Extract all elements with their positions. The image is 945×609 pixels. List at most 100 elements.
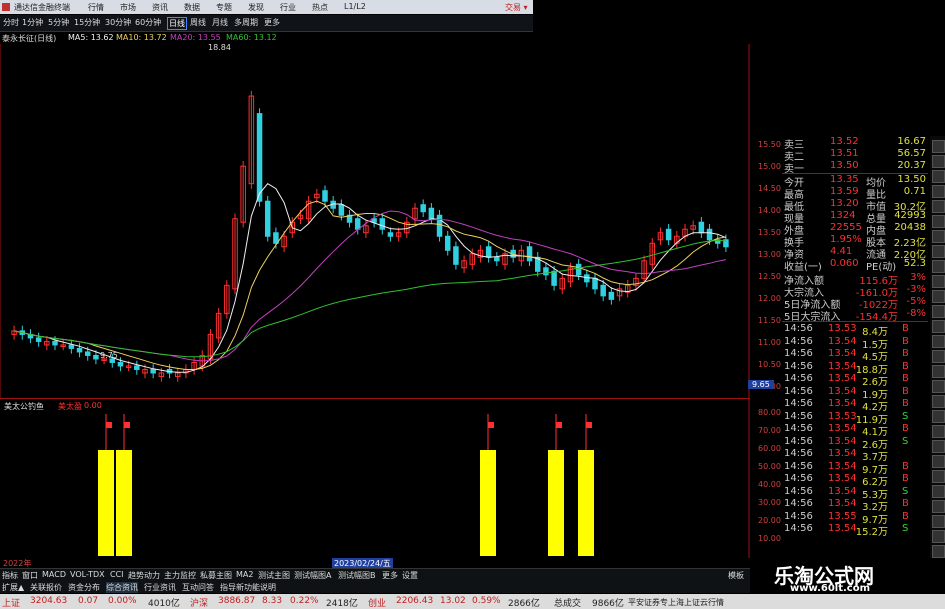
candlestick-chart[interactable] xyxy=(0,44,750,398)
sz-index: 3886.87 xyxy=(218,596,256,606)
tool-icon[interactable] xyxy=(932,140,945,153)
signal-flag xyxy=(106,422,112,428)
trade-menu[interactable]: 交易 ▾ xyxy=(505,2,528,13)
tool-icon[interactable] xyxy=(932,470,945,483)
period-button[interactable]: 分时 xyxy=(3,17,19,28)
candle-body xyxy=(575,263,582,276)
tick-price: 13.55 xyxy=(828,510,857,522)
tool-icon[interactable] xyxy=(932,530,945,543)
info-tab[interactable]: 资金分布 xyxy=(68,582,100,593)
info-tab[interactable]: 互动问答 xyxy=(182,582,214,593)
period-button[interactable]: 5分钟 xyxy=(48,17,69,28)
indicator-tab[interactable]: 主力监控 xyxy=(164,570,196,581)
chart-info-line: 泰永长征(日线) MA5: 13.62 MA10: 13.72 MA20: 13… xyxy=(0,31,750,44)
period-button[interactable]: 周线 xyxy=(190,17,206,28)
tool-icon[interactable] xyxy=(932,305,945,318)
sz-label: 沪深 xyxy=(190,599,209,609)
tool-icon[interactable] xyxy=(932,155,945,168)
tool-icon[interactable] xyxy=(932,365,945,378)
watermark: 乐淘公式网 www.60lt.com xyxy=(750,560,945,594)
tool-icon[interactable] xyxy=(932,350,945,363)
indicator-tab[interactable]: 更多 xyxy=(382,570,398,581)
menu-item[interactable]: 专题 xyxy=(216,2,232,13)
period-button[interactable]: 更多 xyxy=(264,17,280,28)
tool-icon[interactable] xyxy=(932,215,945,228)
menu-item[interactable]: 行业 xyxy=(280,2,296,13)
tick-row: 14:56 13.55 9.7万 B xyxy=(782,510,928,526)
menu-item[interactable]: 行情 xyxy=(88,2,104,13)
tool-icon[interactable] xyxy=(932,515,945,528)
candle-body xyxy=(273,232,279,244)
tick-volume: 15.2万 xyxy=(855,527,888,538)
tool-icon[interactable] xyxy=(932,440,945,453)
sell-level-row: 卖三 13.52 16.67 xyxy=(782,136,928,151)
tool-icon[interactable] xyxy=(932,485,945,498)
indicator-tab[interactable]: 测试主图 xyxy=(258,570,290,581)
sh-index: 3204.63 xyxy=(30,596,68,606)
tick-time: 14:56 xyxy=(784,510,813,522)
menu-item[interactable]: 市场 xyxy=(120,2,136,13)
menu-item[interactable]: 发现 xyxy=(248,2,264,13)
period-button[interactable]: 1分钟 xyxy=(22,17,43,28)
market-status-bar: 上证 3204.63 0.07 0.00% 4010亿 沪深 3886.87 8… xyxy=(0,594,945,609)
period-button[interactable]: 15分钟 xyxy=(74,17,100,28)
indicator-tab[interactable]: MA2 xyxy=(236,570,253,579)
app-logo-icon xyxy=(2,3,10,11)
period-button-active[interactable]: 日线 xyxy=(167,17,187,30)
tool-icon[interactable] xyxy=(932,290,945,303)
period-button[interactable]: 多周期 xyxy=(234,17,258,28)
tool-icon[interactable] xyxy=(932,320,945,333)
tool-icon[interactable] xyxy=(932,260,945,273)
stat-value: 1324 xyxy=(830,210,856,221)
indicator-tab[interactable]: MACD xyxy=(42,570,66,579)
tool-icon[interactable] xyxy=(932,200,945,213)
tool-icon[interactable] xyxy=(932,380,945,393)
tool-icon[interactable] xyxy=(932,275,945,288)
period-button[interactable]: 30分钟 xyxy=(105,17,131,28)
stat-row: 外盘 22555 内盘 20438 xyxy=(782,222,928,237)
menu-item[interactable]: L1/L2 xyxy=(344,2,366,11)
indicator-tab[interactable]: 设置 xyxy=(402,570,418,581)
template-tab[interactable]: 模板 xyxy=(728,570,744,581)
indicator-tab[interactable]: VOL-TDX xyxy=(70,570,105,579)
info-tab[interactable]: 行业资讯 xyxy=(144,582,176,593)
indicator-tab[interactable]: 窗口 xyxy=(22,570,38,581)
tool-icon[interactable] xyxy=(932,185,945,198)
indicator-tab[interactable]: 指标 xyxy=(2,570,18,581)
info-tab[interactable]: 关联报价 xyxy=(30,582,62,593)
tool-icon[interactable] xyxy=(932,395,945,408)
indicator-tab[interactable]: 测试幅图A xyxy=(294,570,331,581)
indicator-tab[interactable]: 私募主图 xyxy=(200,570,232,581)
info-tab[interactable]: 综合资讯 xyxy=(106,582,138,593)
cy-index: 2206.43 xyxy=(396,596,434,606)
tick-row: 14:56 13.54 3.7万 xyxy=(782,448,928,463)
candle-body xyxy=(494,256,500,262)
tick-side: S xyxy=(902,435,909,447)
menu-item[interactable]: 数据 xyxy=(184,2,200,13)
indicator-tab[interactable]: 测试幅图B xyxy=(338,570,376,581)
period-button[interactable]: 月线 xyxy=(212,17,228,28)
tick-price: 13.54 xyxy=(828,435,857,447)
tool-icon[interactable] xyxy=(932,410,945,423)
indicator-tab[interactable]: 趋势动力 xyxy=(128,570,160,581)
tool-icon[interactable] xyxy=(932,425,945,438)
tick-price: 13.54 xyxy=(828,423,857,434)
tick-side: B xyxy=(902,460,909,472)
tick-price: 13.54 xyxy=(828,348,857,359)
tool-icon[interactable] xyxy=(932,230,945,243)
menu-item[interactable]: 热点 xyxy=(312,2,328,13)
info-tab[interactable]: 指导新功能说明 xyxy=(220,582,276,593)
tool-icon[interactable] xyxy=(932,455,945,468)
stat-value: 13.50 xyxy=(897,174,926,185)
period-button[interactable]: 60分钟 xyxy=(135,17,161,28)
tool-icon[interactable] xyxy=(932,335,945,348)
info-tab[interactable]: 扩展▲ xyxy=(2,582,24,593)
tool-icon[interactable] xyxy=(932,170,945,183)
candle-body xyxy=(338,204,345,216)
indicator-tab[interactable]: CCI xyxy=(110,570,124,579)
menu-item[interactable]: 资讯 xyxy=(152,2,168,13)
tool-icon[interactable] xyxy=(932,500,945,513)
candle-body xyxy=(150,368,156,374)
tool-icon[interactable] xyxy=(932,545,945,558)
tool-icon[interactable] xyxy=(932,245,945,258)
